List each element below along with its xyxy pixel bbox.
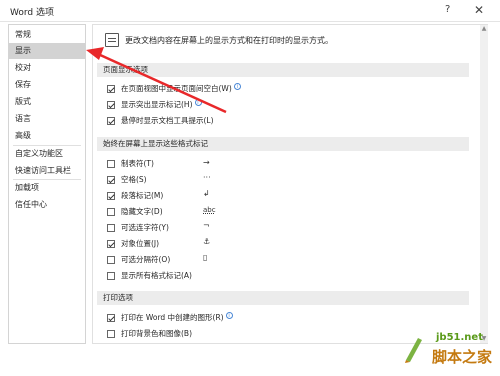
sidebar-item-customize-ribbon[interactable]: 自定义功能区 bbox=[9, 146, 85, 162]
checkbox[interactable] bbox=[107, 117, 115, 125]
checkbox[interactable] bbox=[107, 272, 115, 280]
sidebar-item-general[interactable]: 常规 bbox=[9, 27, 85, 43]
window-title: Word 选项 bbox=[10, 8, 54, 18]
option-show-highlighter-marks[interactable]: 显示突出显示标记(H) i bbox=[107, 99, 202, 111]
option-label: 空格(S) bbox=[121, 175, 147, 184]
scroll-up-icon[interactable]: ▲ bbox=[480, 25, 488, 33]
watermark-site-name: 脚本之家 bbox=[432, 348, 493, 366]
option-show-tooltips-on-hover[interactable]: 悬停时显示文档工具提示(L) bbox=[107, 115, 214, 127]
checkbox[interactable] bbox=[107, 160, 115, 168]
options-sidebar: 常规 显示 校对 保存 版式 语言 高级 自定义功能区 快速访问工具栏 加载项 … bbox=[8, 24, 86, 344]
sidebar-item-proofing[interactable]: 校对 bbox=[9, 60, 85, 76]
vertical-scrollbar[interactable]: ▲ ▼ bbox=[480, 25, 488, 343]
sidebar-item-display[interactable]: 显示 bbox=[9, 43, 85, 59]
space-mark-icon: ··· bbox=[203, 173, 211, 182]
paragraph-mark-icon: ↲ bbox=[203, 189, 210, 198]
watermark-pen-icon bbox=[405, 338, 422, 363]
option-label: 打印背景色和图像(B) bbox=[121, 329, 192, 338]
sidebar-item-add-ins[interactable]: 加载项 bbox=[9, 180, 85, 196]
info-icon: i bbox=[194, 99, 202, 106]
panel-description: 更改文档内容在屏幕上的显示方式和在打印时的显示方式。 bbox=[125, 36, 333, 45]
sidebar-item-advanced[interactable]: 高级 bbox=[9, 128, 85, 144]
option-label: 可选连字符(Y) bbox=[121, 223, 169, 232]
option-label: 可选分隔符(O) bbox=[121, 255, 171, 264]
section-header-formatting-marks: 始终在屏幕上显示这些格式标记 bbox=[97, 137, 469, 151]
option-label: 显示突出显示标记(H) bbox=[121, 100, 193, 109]
checkbox[interactable] bbox=[107, 240, 115, 248]
checkbox[interactable] bbox=[107, 192, 115, 200]
section-header-page-display: 页面显示选项 bbox=[97, 63, 469, 77]
checkbox[interactable] bbox=[107, 101, 115, 109]
option-show-whitespace[interactable]: 在页面视图中显示页面间空白(W) i bbox=[107, 83, 241, 95]
option-optional-hyphens[interactable]: 可选连字符(Y) bbox=[107, 222, 169, 234]
display-options-panel: 更改文档内容在屏幕上的显示方式和在打印时的显示方式。 页面显示选项 在页面视图中… bbox=[92, 24, 488, 344]
checkbox[interactable] bbox=[107, 224, 115, 232]
checkbox[interactable] bbox=[107, 330, 115, 338]
option-label: 悬停时显示文档工具提示(L) bbox=[121, 116, 214, 125]
option-object-anchors[interactable]: 对象位置(J) bbox=[107, 238, 159, 250]
option-label: 对象位置(J) bbox=[121, 239, 160, 248]
option-label: 制表符(T) bbox=[121, 159, 154, 168]
display-settings-icon bbox=[105, 33, 119, 47]
sidebar-item-language[interactable]: 语言 bbox=[9, 111, 85, 127]
option-label: 打印在 Word 中创建的图形(R) bbox=[121, 313, 224, 322]
optional-hyphen-mark-icon: ¬ bbox=[203, 221, 210, 230]
checkbox[interactable] bbox=[107, 256, 115, 264]
option-show-all-formatting-marks[interactable]: 显示所有格式标记(A) bbox=[107, 270, 192, 282]
checkbox[interactable] bbox=[107, 314, 115, 322]
option-optional-breaks[interactable]: 可选分隔符(O) bbox=[107, 254, 170, 266]
sidebar-item-typography[interactable]: 版式 bbox=[9, 94, 85, 110]
watermark-domain: jb51.net bbox=[436, 332, 483, 343]
hidden-text-mark-icon: abc bbox=[203, 206, 216, 214]
anchor-icon: ⚓ bbox=[203, 237, 211, 246]
option-tab-characters[interactable]: 制表符(T) bbox=[107, 158, 154, 170]
info-icon: i bbox=[225, 312, 233, 319]
option-label: 在页面视图中显示页面间空白(W) bbox=[121, 84, 232, 93]
help-button[interactable]: ? bbox=[445, 4, 450, 15]
option-spaces[interactable]: 空格(S) bbox=[107, 174, 147, 186]
option-hidden-text[interactable]: 隐藏文字(D) bbox=[107, 206, 163, 218]
info-icon: i bbox=[233, 83, 241, 90]
option-label: 隐藏文字(D) bbox=[121, 207, 163, 216]
sidebar-item-quick-access-toolbar[interactable]: 快速访问工具栏 bbox=[9, 163, 85, 179]
close-button[interactable]: ✕ bbox=[474, 3, 484, 17]
sidebar-item-trust-center[interactable]: 信任中心 bbox=[9, 197, 85, 213]
title-bar: Word 选项 ? ✕ bbox=[0, 0, 500, 22]
checkbox[interactable] bbox=[107, 176, 115, 184]
option-print-background[interactable]: 打印背景色和图像(B) bbox=[107, 328, 192, 340]
option-print-drawings[interactable]: 打印在 Word 中创建的图形(R) i bbox=[107, 312, 233, 324]
section-header-print: 打印选项 bbox=[97, 291, 469, 305]
checkbox[interactable] bbox=[107, 208, 115, 216]
sidebar-item-save[interactable]: 保存 bbox=[9, 77, 85, 93]
tab-mark-icon: → bbox=[203, 158, 210, 167]
option-label: 显示所有格式标记(A) bbox=[121, 271, 192, 280]
checkbox[interactable] bbox=[107, 85, 115, 93]
option-label: 段落标记(M) bbox=[121, 191, 164, 200]
option-paragraph-marks[interactable]: 段落标记(M) bbox=[107, 190, 163, 202]
optional-break-mark-icon: ▯ bbox=[203, 253, 208, 262]
